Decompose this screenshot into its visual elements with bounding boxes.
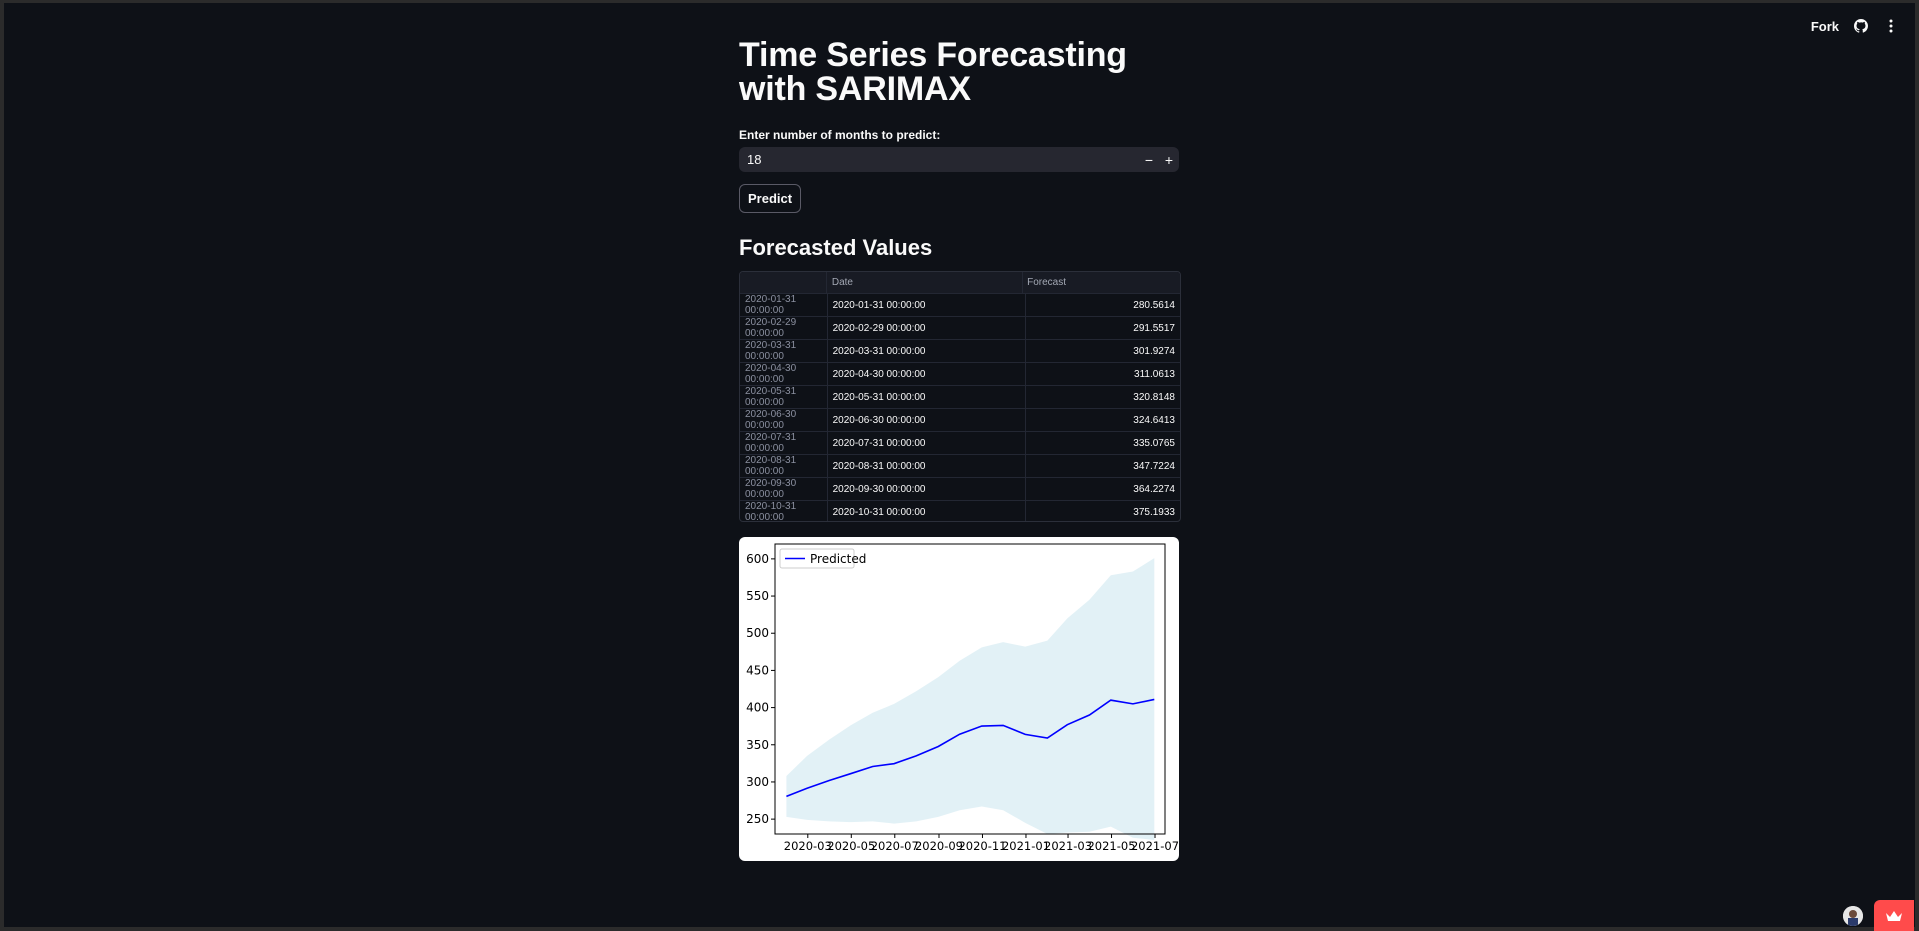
decrement-button[interactable]: − <box>1139 152 1159 168</box>
forecast-cell: 364.2274 <box>1133 483 1175 495</box>
predict-button[interactable]: Predict <box>739 184 802 213</box>
date-cell: 2020-08-31 00:00:00 <box>828 455 1026 477</box>
forecast-cell: 291.5517 <box>1133 322 1175 334</box>
index-cell: 2020-08-31 00:00:00 <box>740 455 828 477</box>
table-row[interactable]: 2020-05-31 00:00:00 2020-05-31 00:00:00 32… <box>740 386 1180 409</box>
forecast-chart: 250 300 350 400 450 500 550 600 2020-03 2020-05 20… <box>739 537 1179 861</box>
y-tick-label: 350 <box>746 738 769 752</box>
x-tick-label: 2021-01 <box>1002 839 1050 853</box>
table-row[interactable]: 2020-03-31 00:00:00 2020-03-31 00:00:00 30… <box>740 340 1180 363</box>
date-column-header[interactable]: Date <box>827 272 1024 293</box>
table-row[interactable]: 2020-09-30 00:00:00 2020-09-30 00:00:00 36… <box>740 478 1180 501</box>
index-cell: 2020-01-31 00:00:00 <box>740 294 828 316</box>
index-column-header <box>740 272 827 293</box>
crown-icon <box>1886 910 1902 921</box>
section-title: Forecasted Values <box>739 235 933 260</box>
chart-svg: 2503003504004505005506002020-032020-0520… <box>746 543 1179 853</box>
forecast-cell: 347.7224 <box>1133 460 1175 472</box>
index-cell: 2020-03-31 00:00:00 <box>740 340 828 362</box>
date-cell: 2020-10-31 00:00:00 <box>828 501 1026 521</box>
index-cell: 2020-10-31 00:00:00 <box>740 501 828 521</box>
date-cell: 2020-03-31 00:00:00 <box>828 340 1026 362</box>
date-cell: 2020-01-31 00:00:00 <box>828 294 1026 316</box>
months-input-field[interactable]: 18 <box>739 152 1139 167</box>
forecast-cell: 335.0765 <box>1133 437 1175 449</box>
table-row[interactable]: 2020-10-31 00:00:00 2020-10-31 00:00:00 37… <box>740 501 1180 521</box>
table-row[interactable]: 2020-04-30 00:00:00 2020-04-30 00:00:00 31… <box>740 363 1180 386</box>
table-row[interactable]: 2020-06-30 00:00:00 2020-06-30 00:00:00 32… <box>740 409 1180 432</box>
months-input-label: Enter number of months to predict: <box>739 128 941 142</box>
index-cell: 2020-04-30 00:00:00 <box>740 363 828 385</box>
index-cell: 2020-07-31 00:00:00 <box>740 432 828 454</box>
table-row[interactable]: 2020-02-29 00:00:00 2020-02-29 00:00:00 29… <box>740 317 1180 340</box>
x-tick-label: 2020-09 <box>915 839 963 853</box>
github-icon[interactable] <box>1853 18 1869 34</box>
y-tick-label: 550 <box>746 589 769 603</box>
date-cell: 2020-04-30 00:00:00 <box>828 363 1026 385</box>
index-cell: 2020-02-29 00:00:00 <box>740 317 828 339</box>
forecast-table[interactable]: Date Forecast 2020-01-31 00:00:00 2020-01… <box>739 271 1181 522</box>
confidence-band <box>786 558 1155 840</box>
top-progress-line <box>0 0 1919 3</box>
date-cell: 2020-06-30 00:00:00 <box>828 409 1026 431</box>
x-tick-label: 2020-11 <box>958 839 1006 853</box>
app-toolbar: Fork <box>1811 18 1899 34</box>
date-cell: 2020-05-31 00:00:00 <box>828 386 1026 408</box>
forecast-cell: 320.8148 <box>1133 391 1175 403</box>
y-tick-label: 600 <box>746 552 769 566</box>
increment-button[interactable]: + <box>1159 152 1179 168</box>
table-header-row: Date Forecast <box>740 272 1180 294</box>
forecast-cell: 324.6413 <box>1133 414 1175 426</box>
table-body: 2020-01-31 00:00:00 2020-01-31 00:00:00 28… <box>740 294 1180 521</box>
date-cell: 2020-09-30 00:00:00 <box>828 478 1026 500</box>
table-row[interactable]: 2020-07-31 00:00:00 2020-07-31 00:00:00 33… <box>740 432 1180 455</box>
index-cell: 2020-06-30 00:00:00 <box>740 409 828 431</box>
index-cell: 2020-09-30 00:00:00 <box>740 478 828 500</box>
legend-label: Predicted <box>810 552 866 566</box>
forecast-column-header[interactable]: Forecast <box>1023 272 1180 293</box>
table-row[interactable]: 2020-08-31 00:00:00 2020-08-31 00:00:00 34… <box>740 455 1180 478</box>
forecast-cell: 301.9274 <box>1133 345 1175 357</box>
table-row[interactable]: 2020-01-31 00:00:00 2020-01-31 00:00:00 28… <box>740 294 1180 317</box>
y-tick-label: 450 <box>746 663 769 677</box>
date-cell: 2020-02-29 00:00:00 <box>828 317 1026 339</box>
months-number-input: 18 − + <box>739 147 1179 172</box>
x-tick-label: 2020-07 <box>871 839 919 853</box>
x-tick-label: 2021-07 <box>1131 839 1179 853</box>
x-tick-label: 2020-03 <box>784 839 832 853</box>
date-cell: 2020-07-31 00:00:00 <box>828 432 1026 454</box>
forecast-cell: 311.0613 <box>1134 368 1175 380</box>
x-tick-label: 2020-05 <box>827 839 875 853</box>
forecast-cell: 280.5614 <box>1133 299 1175 311</box>
y-tick-label: 300 <box>746 775 769 789</box>
fork-button[interactable]: Fork <box>1811 19 1839 34</box>
main-content: Time Series Forecasting with SARIMAX Ent… <box>739 36 1181 861</box>
page-title: Time Series Forecasting with SARIMAX <box>739 36 1127 108</box>
y-tick-label: 250 <box>746 812 769 826</box>
kebab-menu-icon[interactable] <box>1883 18 1899 34</box>
x-tick-label: 2021-03 <box>1044 839 1092 853</box>
forecast-cell: 375.1933 <box>1133 506 1175 518</box>
index-cell: 2020-05-31 00:00:00 <box>740 386 828 408</box>
user-avatar[interactable] <box>1843 906 1863 926</box>
y-tick-label: 400 <box>746 701 769 715</box>
x-tick-label: 2021-05 <box>1087 839 1135 853</box>
streamlit-crown-button[interactable] <box>1874 900 1914 931</box>
y-tick-label: 500 <box>746 626 769 640</box>
